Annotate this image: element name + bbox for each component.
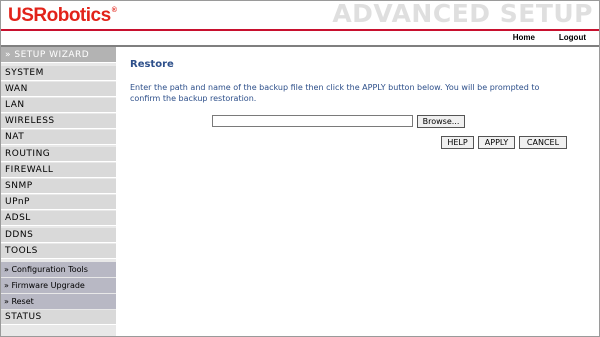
home-link[interactable]: Home [513, 33, 535, 42]
sidebar: » SETUP WIZARD SYSTEM WAN LAN WIRELESS N… [1, 47, 116, 336]
submenu-item-firmware-upgrade[interactable]: » Firmware Upgrade [1, 278, 116, 293]
sidebar-item-tools[interactable]: TOOLS [1, 244, 116, 259]
header: USRobotics® ADVANCED SETUP [1, 1, 599, 29]
sidebar-item-upnp[interactable]: UPnP [1, 195, 116, 210]
page-title: Restore [130, 59, 174, 70]
sidebar-item-adsl[interactable]: ADSL [1, 211, 116, 226]
apply-button[interactable]: APPLY [478, 136, 515, 149]
browse-button[interactable]: Browse... [417, 115, 465, 128]
advanced-setup-banner: ADVANCED SETUP [332, 0, 593, 28]
instructions-text: Enter the path and name of the backup fi… [130, 83, 540, 103]
usrobotics-logo: USRobotics® [8, 5, 117, 27]
sidebar-item-nat[interactable]: NAT [1, 130, 116, 145]
sidebar-item-system[interactable]: SYSTEM [1, 66, 116, 81]
backup-file-path-input[interactable] [212, 115, 413, 127]
sidebar-item-ddns[interactable]: DDNS [1, 228, 116, 243]
cancel-button[interactable]: CANCEL [519, 136, 567, 149]
logout-link[interactable]: Logout [559, 33, 586, 42]
registered-mark: ® [111, 7, 117, 14]
sidebar-item-firewall[interactable]: FIREWALL [1, 163, 116, 178]
top-nav: Home Logout [1, 31, 599, 45]
submenu-item-reset[interactable]: » Reset [1, 294, 116, 309]
sidebar-item-lan[interactable]: LAN [1, 98, 116, 113]
sidebar-item-wan[interactable]: WAN [1, 82, 116, 97]
help-button[interactable]: HELP [441, 136, 474, 149]
sidebar-item-snmp[interactable]: SNMP [1, 179, 116, 194]
sidebar-item-setup-wizard[interactable]: » SETUP WIZARD [1, 47, 116, 63]
sidebar-item-routing[interactable]: ROUTING [1, 147, 116, 162]
submenu-item-configuration-tools[interactable]: » Configuration Tools [1, 262, 116, 277]
main-content: Restore Enter the path and name of the b… [117, 47, 599, 336]
sidebar-item-status[interactable]: STATUS [1, 310, 116, 325]
logo-text: USRobotics [8, 5, 111, 26]
page-frame: USRobotics® ADVANCED SETUP Home Logout »… [0, 0, 600, 337]
sidebar-item-wireless[interactable]: WIRELESS [1, 114, 116, 129]
